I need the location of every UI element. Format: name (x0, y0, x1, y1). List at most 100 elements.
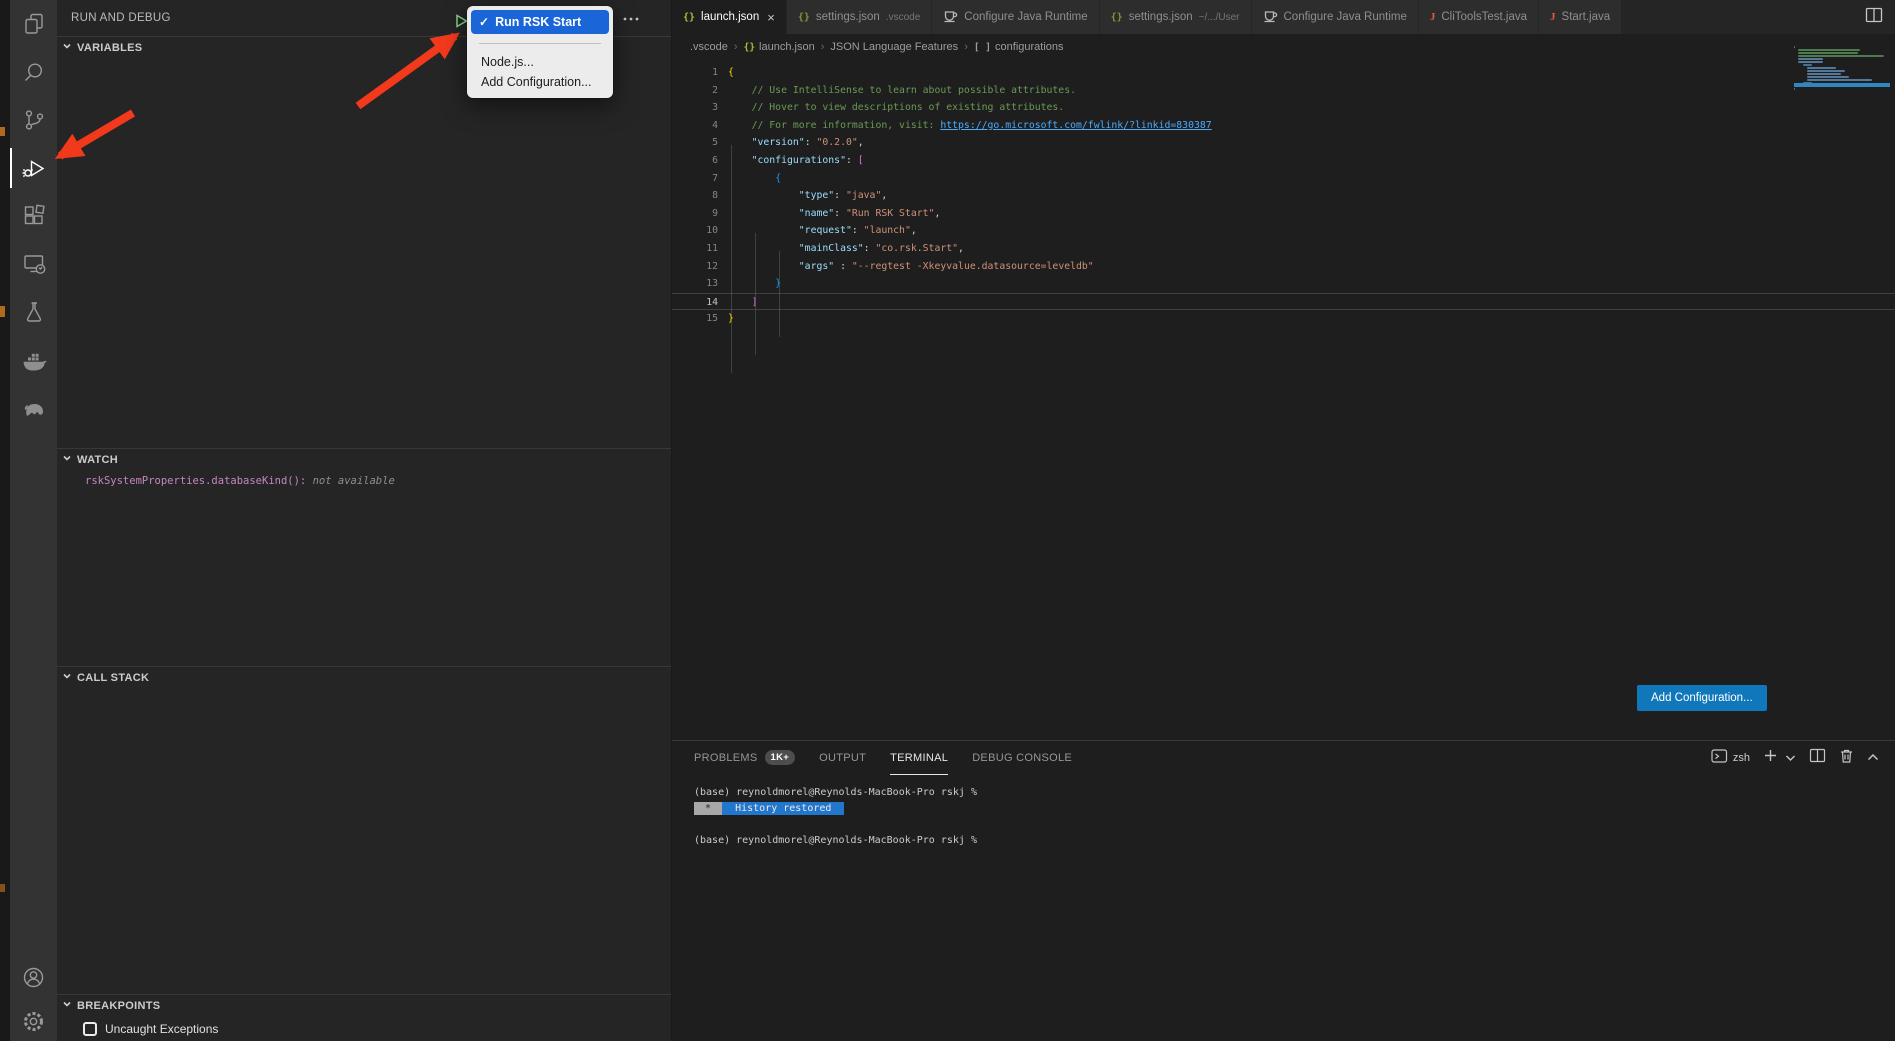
code-line-4[interactable]: 4 // For more information, visit: https:… (672, 117, 1895, 135)
tab-label: CliToolsTest.java (1441, 11, 1527, 23)
minimap-line (1798, 52, 1858, 54)
uncaught-exceptions-checkbox[interactable] (83, 1022, 97, 1036)
settings-gear-icon[interactable] (10, 1001, 57, 1041)
terminal-output[interactable]: (base) reynoldmorel@Reynolds-MacBook-Pro… (672, 775, 1895, 849)
watch-pane-header[interactable]: WATCH (57, 449, 671, 471)
source-control-icon[interactable] (10, 96, 57, 144)
tab-start-java[interactable]: JStart.java (1539, 0, 1622, 34)
java-file-icon: J (1430, 11, 1436, 23)
minimap-line (1803, 64, 1812, 66)
code-line-11[interactable]: 11 "mainClass": "co.rsk.Start", (672, 240, 1895, 258)
code-line-9[interactable]: 9 "name": "Run RSK Start", (672, 205, 1895, 223)
call-stack-pane-header[interactable]: CALL STACK (57, 667, 671, 689)
code-lines: 1{2 // Use IntelliSense to learn about p… (672, 64, 1895, 328)
kill-terminal-trash-icon[interactable] (1839, 748, 1854, 769)
array-symbol-icon: [ ] (974, 42, 991, 53)
code-line-13[interactable]: 13 } (672, 275, 1895, 293)
background-window-edge (0, 0, 10, 1041)
minimap-line (1807, 67, 1835, 69)
code-line-12[interactable]: 12 "args" : "--regtest -Xkeyvalue.dataso… (672, 258, 1895, 276)
new-terminal-icon[interactable] (1763, 748, 1778, 768)
breadcrumb-item[interactable]: JSON Language Features (830, 41, 958, 53)
code-line-1[interactable]: 1{ (672, 64, 1895, 82)
breadcrumb[interactable]: .vscode›{}launch.json›JSON Language Feat… (672, 34, 1895, 60)
search-icon[interactable] (10, 48, 57, 96)
breadcrumb-item[interactable]: configurations (995, 41, 1064, 53)
line-content: "request": "launch", (718, 222, 917, 240)
remote-explorer-icon[interactable] (10, 240, 57, 288)
code-line-5[interactable]: 5 "version": "0.2.0", (672, 134, 1895, 152)
panel-tab-problems[interactable]: PROBLEMS1K+ (694, 741, 795, 775)
line-number: 6 (672, 152, 718, 170)
breadcrumb-item[interactable]: .vscode (690, 41, 728, 53)
close-icon[interactable]: × (767, 10, 775, 25)
line-number: 15 (672, 310, 718, 328)
variables-pane-body (57, 59, 671, 448)
breadcrumb-separator: › (962, 41, 970, 53)
run-and-debug-icon[interactable] (10, 144, 57, 192)
variables-pane-title: VARIABLES (77, 42, 142, 54)
split-terminal-icon[interactable] (1809, 748, 1826, 768)
java-runtime-cup-icon (943, 9, 958, 26)
json-file-icon: {} (683, 12, 695, 23)
gradle-icon[interactable] (10, 384, 57, 432)
dropdown-selected-item[interactable]: ✓ Run RSK Start (471, 10, 609, 34)
line-number: 11 (672, 240, 718, 258)
tab-configure-java-runtime[interactable]: Configure Java Runtime (932, 0, 1099, 34)
watch-expression-row[interactable]: rskSystemProperties.databaseKind(): not … (57, 471, 671, 487)
code-editor[interactable]: 1{2 // Use IntelliSense to learn about p… (672, 60, 1895, 740)
dropdown-item-add-configuration[interactable]: Add Configuration... (471, 72, 609, 92)
panel-tab-label: PROBLEMS (694, 752, 758, 764)
breakpoints-pane-header[interactable]: BREAKPOINTS (57, 995, 671, 1017)
shell-label[interactable]: zsh (1733, 752, 1750, 764)
panel-tab-debug-console[interactable]: DEBUG CONSOLE (972, 741, 1072, 775)
tab-configure-java-runtime[interactable]: Configure Java Runtime (1252, 0, 1419, 34)
line-number: 5 (672, 134, 718, 152)
tab-label: Configure Java Runtime (964, 11, 1087, 23)
watch-pane: WATCH rskSystemProperties.databaseKind()… (57, 448, 671, 666)
edge-mark (0, 884, 5, 892)
code-line-3[interactable]: 3 // Hover to view descriptions of exist… (672, 99, 1895, 117)
code-line-15[interactable]: 15} (672, 310, 1895, 328)
views-more-actions-icon[interactable] (623, 9, 639, 27)
line-number: 2 (672, 82, 718, 100)
split-editor-icon[interactable] (1865, 7, 1883, 28)
extensions-icon[interactable] (10, 192, 57, 240)
terminal-history-restored-line: * History restored (694, 801, 1895, 817)
code-line-7[interactable]: 7 { (672, 170, 1895, 188)
tab-launch-json[interactable]: {}launch.json× (672, 0, 787, 34)
terminal-prompt-line: (base) reynoldmorel@Reynolds-MacBook-Pro… (694, 833, 1895, 849)
edge-mark (0, 306, 5, 317)
code-line-14[interactable]: 14 ] (672, 293, 1895, 311)
minimap[interactable] (1794, 46, 1890, 104)
tab-clitoolstest-java[interactable]: J CliToolsTest.java (1419, 0, 1539, 34)
line-content: { (718, 64, 734, 82)
account-icon[interactable] (10, 953, 57, 1001)
code-line-6[interactable]: 6 "configurations": [ (672, 152, 1895, 170)
edge-mark (0, 127, 5, 136)
java-runtime-cup-icon (1263, 9, 1278, 26)
check-icon: ✓ (479, 15, 489, 29)
breadcrumb-item[interactable]: launch.json (759, 41, 815, 53)
panel-tab-label: TERMINAL (890, 752, 948, 764)
line-content: // For more information, visit: https://… (718, 117, 1212, 135)
dropdown-item-node-js[interactable]: Node.js... (471, 52, 609, 72)
launch-profile-chevron-down-icon[interactable] (1785, 749, 1796, 767)
explorer-icon[interactable] (10, 0, 57, 48)
panel-tab-output[interactable]: OUTPUT (819, 741, 866, 775)
tab-settings-json[interactable]: {}settings.json.vscode (787, 0, 932, 34)
add-configuration-button[interactable]: Add Configuration... (1637, 685, 1767, 711)
docker-icon[interactable] (10, 336, 57, 384)
tab-settings-json[interactable]: {}settings.json~/.../User (1100, 0, 1252, 34)
panel-tab-terminal[interactable]: TERMINAL (890, 741, 948, 775)
line-number: 4 (672, 117, 718, 135)
code-line-2[interactable]: 2 // Use IntelliSense to learn about pos… (672, 82, 1895, 100)
code-line-10[interactable]: 10 "request": "launch", (672, 222, 1895, 240)
call-stack-pane-body (57, 689, 671, 994)
json-file-icon: {} (744, 42, 755, 53)
minimap-line (1798, 49, 1860, 51)
testing-icon[interactable] (10, 288, 57, 336)
minimap-slider[interactable] (1794, 83, 1890, 87)
code-line-8[interactable]: 8 "type": "java", (672, 187, 1895, 205)
maximize-panel-chevron-up-icon[interactable] (1867, 749, 1879, 767)
